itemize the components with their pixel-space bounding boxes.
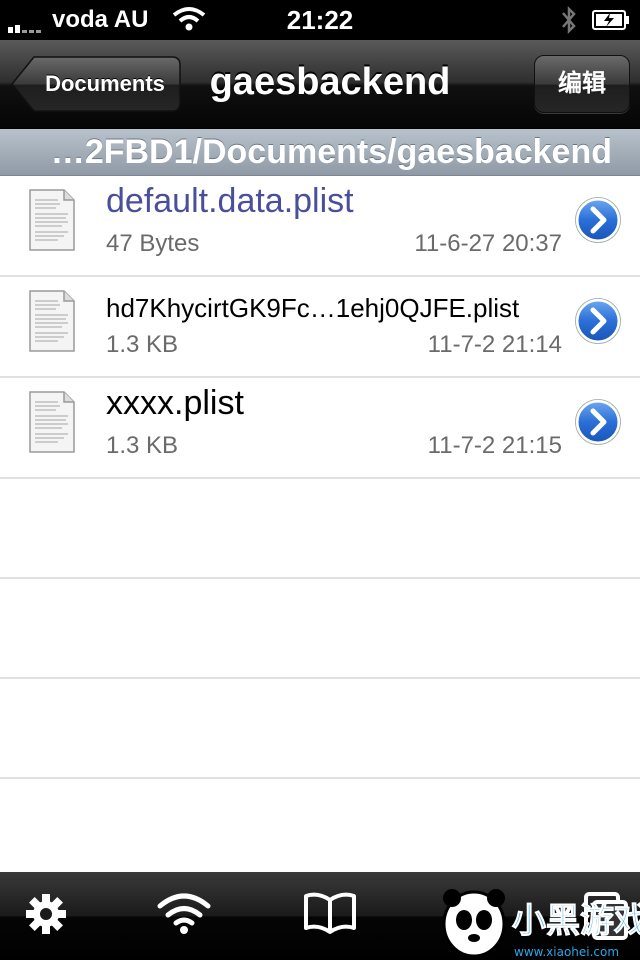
disclosure-button-icon[interactable] bbox=[574, 398, 622, 446]
file-date: 11-6-27 20:37 bbox=[414, 230, 562, 257]
list-item[interactable]: default.data.plist 47 Bytes 11-6-27 20:3… bbox=[0, 176, 640, 277]
status-time: 21:22 bbox=[286, 5, 354, 35]
disclosure-button-icon[interactable] bbox=[574, 196, 622, 244]
file-list: default.data.plist 47 Bytes 11-6-27 20:3… bbox=[0, 176, 640, 877]
edit-button[interactable]: 编辑 bbox=[534, 55, 630, 113]
bluetooth-icon bbox=[562, 5, 576, 35]
disclosure-button-icon[interactable] bbox=[574, 297, 622, 345]
document-icon bbox=[29, 290, 75, 352]
document-icon bbox=[29, 391, 75, 453]
navigation-bar: Documents gaesbackend 编辑 bbox=[0, 40, 640, 129]
watermark-url: www.xiaohei.com bbox=[514, 945, 619, 959]
empty-row bbox=[0, 579, 640, 679]
empty-row bbox=[0, 479, 640, 579]
back-button-label: Documents bbox=[45, 71, 165, 96]
path-bar: …2FBD1/Documents/gaesbackend bbox=[0, 129, 640, 176]
file-size: 1.3 KB bbox=[106, 331, 179, 358]
empty-row bbox=[0, 779, 640, 877]
gear-icon[interactable] bbox=[16, 886, 76, 942]
watermark-logo: 小黑游戏 www.xiaohei.com bbox=[442, 889, 640, 959]
file-size: 47 Bytes bbox=[106, 230, 200, 257]
file-date: 11-7-2 21:15 bbox=[427, 432, 562, 459]
file-name: hd7KhycirtGK9Fc…1ehj0QJFE.plist bbox=[106, 293, 520, 323]
watermark-text: 小黑游戏 bbox=[512, 901, 640, 941]
battery-charging-icon bbox=[592, 10, 629, 30]
file-name: xxxx.plist bbox=[106, 384, 244, 422]
file-date: 11-7-2 21:14 bbox=[427, 331, 562, 358]
page-title: gaesbackend bbox=[209, 61, 451, 103]
book-icon[interactable] bbox=[300, 886, 360, 942]
wifi-icon[interactable] bbox=[154, 886, 214, 942]
file-size: 1.3 KB bbox=[106, 432, 179, 459]
list-item[interactable]: hd7KhycirtGK9Fc…1ehj0QJFE.plist 1.3 KB 1… bbox=[0, 277, 640, 378]
empty-row bbox=[0, 679, 640, 779]
path-label: …2FBD1/Documents/gaesbackend bbox=[50, 133, 612, 171]
file-name: default.data.plist bbox=[106, 182, 354, 220]
status-bar: voda AU 21:22 bbox=[0, 0, 640, 40]
document-icon bbox=[29, 189, 75, 251]
list-item[interactable]: xxxx.plist 1.3 KB 11-7-2 21:15 bbox=[0, 378, 640, 479]
back-button[interactable]: Documents bbox=[10, 55, 182, 113]
